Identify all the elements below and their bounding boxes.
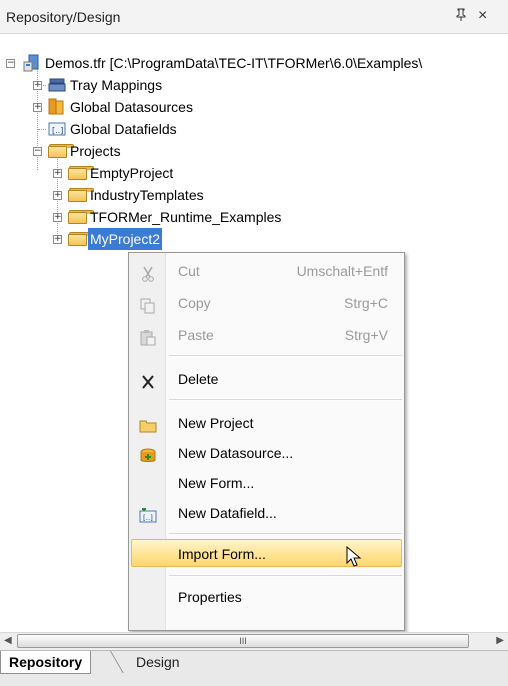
folder-icon [68, 232, 94, 246]
menu-item-label: Cut [178, 263, 200, 279]
menu-item-label: New Project [178, 415, 254, 431]
repository-icon [23, 54, 41, 72]
database-icon [48, 98, 66, 115]
menu-item-properties[interactable]: Properties [131, 583, 402, 611]
menu-item-label: Copy [178, 295, 211, 311]
panel-title-bar: Repository/Design × [0, 0, 508, 34]
expand-icon[interactable]: + [53, 235, 62, 244]
tab-repository[interactable]: Repository [0, 651, 92, 674]
folder-icon [68, 210, 94, 224]
close-icon[interactable]: × [478, 7, 487, 25]
tray-icon [48, 77, 66, 93]
menu-item-label: New Datasource... [178, 445, 294, 461]
horizontal-scrollbar[interactable]: ◀ III ▶ [0, 632, 508, 650]
tab-design[interactable]: Design [128, 651, 188, 673]
folder-icon [68, 166, 94, 180]
svg-text:[..]: [..] [52, 126, 63, 135]
scissors-icon [139, 263, 157, 282]
tree-node-root-label: Demos.tfr [C:\ProgramData\TEC-IT\TFORMer… [45, 55, 423, 71]
tree-node-label: Projects [70, 143, 121, 159]
tree-node-label: TFORMer_Runtime_Examples [90, 209, 282, 225]
expand-icon[interactable]: + [33, 103, 42, 112]
folder-icon [68, 188, 94, 202]
tree-node-label: Global Datafields [70, 121, 177, 137]
scroll-left-icon[interactable]: ◀ [4, 635, 12, 646]
tree-node-label: MyProject2 [88, 228, 163, 250]
svg-text:[..]: [..] [143, 514, 153, 522]
menu-item-label: Delete [178, 371, 219, 387]
collapse-icon[interactable]: − [33, 147, 42, 156]
tree-node-label: Global Datasources [70, 99, 193, 115]
copy-icon [139, 295, 157, 314]
menu-item-paste[interactable]: Paste Strg+V [131, 321, 402, 349]
menu-item-label: New Datafield... [178, 505, 277, 521]
delete-icon [139, 371, 157, 389]
menu-item-label: Import Form... [178, 546, 266, 562]
tree-node-label: Tray Mappings [70, 77, 163, 93]
menu-separator [169, 575, 402, 577]
new-datasource-icon [139, 445, 157, 462]
expand-icon[interactable]: + [53, 213, 62, 222]
menu-item-new-datasource[interactable]: New Datasource... [131, 439, 402, 467]
mouse-cursor-icon [346, 545, 362, 577]
paste-icon [139, 327, 157, 346]
menu-item-new-datafield[interactable]: [..] New Datafield... [131, 499, 402, 527]
scroll-right-icon[interactable]: ▶ [496, 635, 504, 646]
menu-item-label: Properties [178, 589, 242, 605]
bottom-tab-strip: Repository Design [0, 650, 508, 686]
tree-line [38, 129, 46, 130]
menu-item-shortcut: Strg+V [344, 327, 388, 343]
tree-node-label: IndustryTemplates [90, 187, 204, 203]
menu-separator [169, 533, 402, 535]
menu-item-import-form[interactable]: Import Form... [131, 539, 402, 567]
tree-node-label: EmptyProject [90, 165, 174, 181]
new-datafield-icon: [..] [139, 505, 157, 523]
menu-item-shortcut: Strg+C [344, 295, 388, 311]
datafield-icon: [..] [48, 121, 66, 137]
expand-icon[interactable]: + [53, 169, 62, 178]
folder-icon [139, 415, 157, 433]
menu-item-label: New Form... [178, 475, 255, 491]
panel-title: Repository/Design [6, 9, 121, 25]
menu-item-label: Paste [178, 327, 214, 343]
menu-item-shortcut: Umschalt+Entf [296, 263, 388, 279]
context-menu: Cut Umschalt+Entf Copy Strg+C Paste Strg… [128, 252, 405, 631]
menu-item-new-project[interactable]: New Project [131, 409, 402, 437]
menu-item-cut[interactable]: Cut Umschalt+Entf [131, 257, 402, 285]
tab-divider [110, 651, 124, 673]
expand-icon[interactable]: + [33, 81, 42, 90]
expand-icon[interactable]: + [53, 191, 62, 200]
pin-icon[interactable] [455, 8, 467, 25]
menu-item-delete[interactable]: Delete [131, 365, 402, 393]
scrollbar-thumb[interactable]: III [17, 634, 469, 648]
folder-open-icon [48, 144, 74, 158]
menu-item-new-form[interactable]: New Form... [131, 469, 402, 497]
collapse-icon[interactable]: − [6, 59, 15, 68]
menu-item-copy[interactable]: Copy Strg+C [131, 289, 402, 317]
menu-separator [169, 355, 402, 357]
menu-separator [169, 399, 402, 401]
